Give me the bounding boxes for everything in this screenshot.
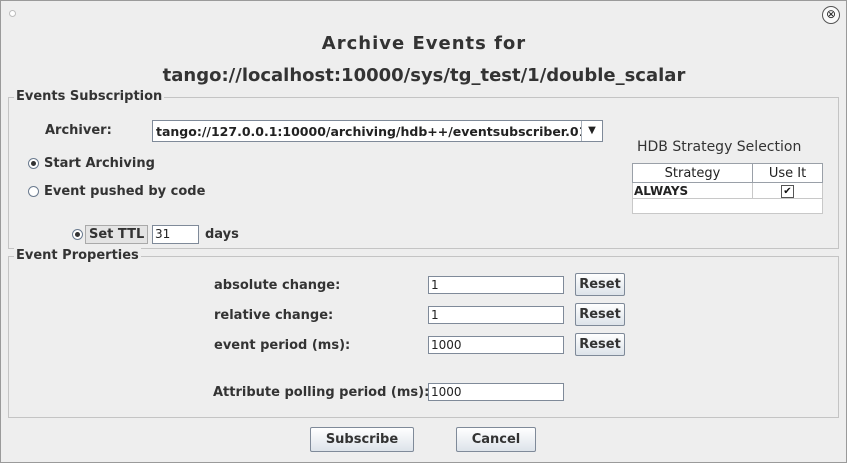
- polling-period-input[interactable]: 1000: [428, 383, 564, 401]
- archiver-label: Archiver:: [45, 123, 112, 138]
- reset-event-period-button[interactable]: Reset: [575, 333, 625, 356]
- archiver-selected-value: tango://127.0.0.1:10000/archiving/hdb++/…: [156, 124, 588, 139]
- subscribe-button[interactable]: Subscribe: [310, 427, 414, 452]
- set-ttl-radio[interactable]: [72, 229, 83, 240]
- event-pushed-radio[interactable]: [28, 186, 39, 197]
- event-pushed-label[interactable]: Event pushed by code: [44, 184, 205, 199]
- dialog-heading: Archive Events for: [321, 33, 527, 54]
- relative-change-label: relative change:: [214, 308, 334, 323]
- cancel-button[interactable]: Cancel: [456, 427, 536, 452]
- reset-relative-change-button[interactable]: Reset: [575, 303, 625, 326]
- strategy-column-header[interactable]: Strategy: [632, 163, 753, 183]
- chevron-down-icon[interactable]: ▼: [581, 121, 602, 141]
- strategy-table: Strategy Use It ALWAYS ✔: [632, 163, 823, 214]
- use-it-column-header[interactable]: Use It: [752, 163, 823, 183]
- title-bar[interactable]: ⊗: [1, 1, 846, 27]
- relative-change-input[interactable]: 1: [428, 306, 564, 324]
- table-row[interactable]: ALWAYS ✔: [632, 182, 823, 199]
- absolute-change-label: absolute change:: [214, 278, 341, 293]
- ttl-unit-label: days: [205, 227, 239, 242]
- reset-absolute-change-button[interactable]: Reset: [575, 273, 625, 296]
- events-subscription-panel: Events Subscription Archiver: tango://12…: [8, 89, 839, 249]
- archiver-select[interactable]: tango://127.0.0.1:10000/archiving/hdb++/…: [152, 120, 603, 142]
- use-it-cell[interactable]: ✔: [752, 182, 823, 199]
- use-it-checkbox[interactable]: ✔: [781, 185, 794, 198]
- strategy-title: HDB Strategy Selection: [637, 139, 802, 155]
- start-archiving-label[interactable]: Start Archiving: [44, 156, 155, 171]
- event-period-label: event period (ms):: [214, 338, 351, 353]
- events-subscription-legend: Events Subscription: [14, 89, 165, 104]
- archive-events-dialog: ⊗ Archive Events for tango://localhost:1…: [0, 0, 847, 463]
- ttl-input[interactable]: 31: [152, 225, 199, 244]
- attribute-name: tango://localhost:10000/sys/tg_test/1/do…: [162, 65, 686, 86]
- event-period-input[interactable]: 1000: [428, 336, 564, 354]
- set-ttl-label: Set TTL: [89, 227, 145, 242]
- start-archiving-radio[interactable]: [28, 158, 39, 169]
- dialog-content: Archive Events for tango://localhost:100…: [8, 27, 840, 460]
- absolute-change-input[interactable]: 1: [428, 276, 564, 294]
- event-properties-panel: Event Properties absolute change: 1 Rese…: [8, 248, 839, 418]
- set-ttl-label-box[interactable]: Set TTL: [85, 225, 148, 244]
- event-properties-legend: Event Properties: [14, 248, 141, 263]
- empty-table-row: [632, 198, 823, 214]
- window-menu-icon[interactable]: [9, 10, 16, 17]
- polling-period-label: Attribute polling period (ms):: [213, 385, 430, 400]
- close-icon[interactable]: ⊗: [822, 6, 840, 24]
- strategy-name-cell[interactable]: ALWAYS: [632, 182, 753, 199]
